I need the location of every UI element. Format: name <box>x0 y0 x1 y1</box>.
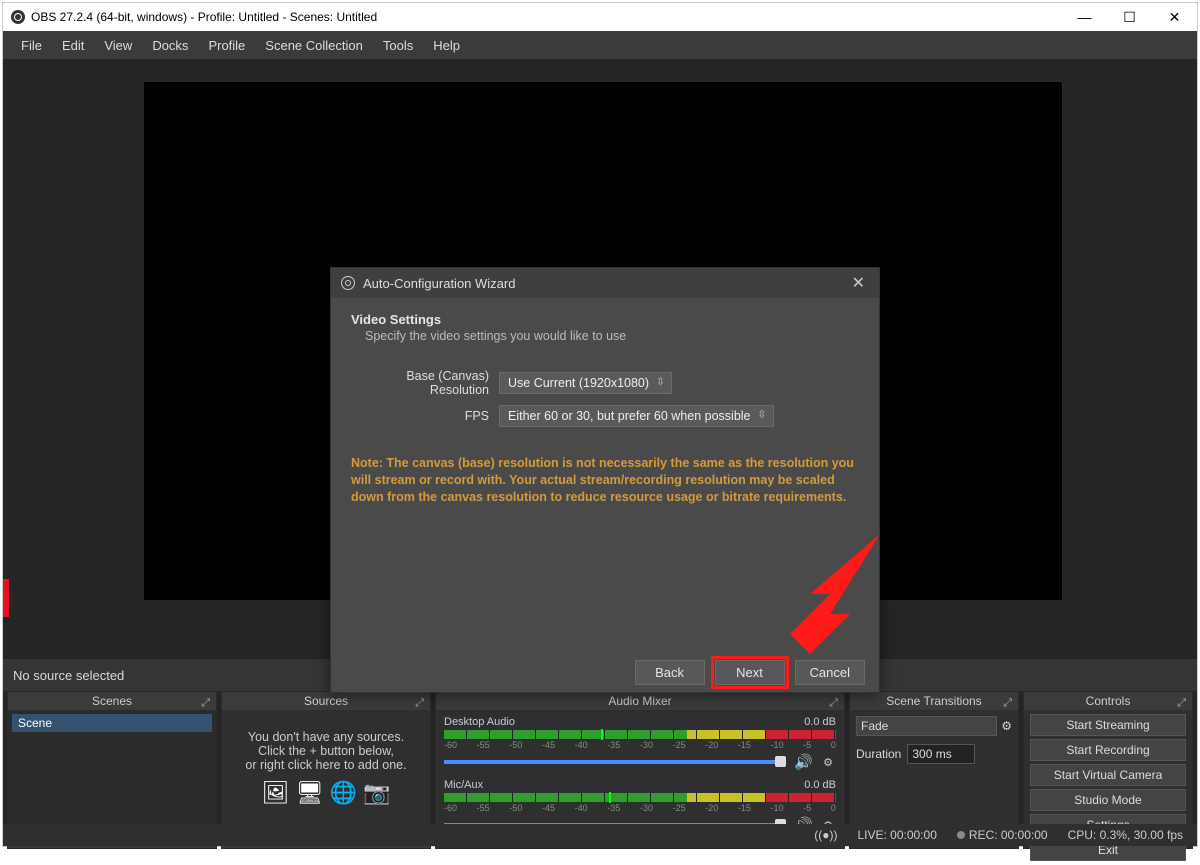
sources-title: Sources <box>304 694 348 708</box>
scene-item[interactable]: Scene <box>12 714 212 732</box>
status-rec: REC: 00:00:00 <box>969 828 1048 842</box>
fps-select[interactable]: Either 60 or 30, but prefer 60 when poss… <box>499 405 774 427</box>
volume-slider[interactable] <box>444 760 786 764</box>
wizard-footer: Back Next Cancel <box>331 652 879 692</box>
obs-icon <box>341 276 355 290</box>
track-db: 0.0 dB <box>804 779 836 791</box>
wizard-subheading: Specify the video settings you would lik… <box>351 329 859 343</box>
menu-scene-collection[interactable]: Scene Collection <box>255 34 373 57</box>
wizard-titlebar: Auto-Configuration Wizard ✕ <box>331 268 879 298</box>
controls-title: Controls <box>1086 694 1131 708</box>
menu-tools[interactable]: Tools <box>373 34 423 57</box>
sources-empty-state[interactable]: You don't have any sources. Click the + … <box>222 710 430 826</box>
track-name: Mic/Aux <box>444 779 483 791</box>
duration-label: Duration <box>856 747 901 761</box>
back-button[interactable]: Back <box>635 660 705 685</box>
meter-ticks: -60-55-50-45-40-35-30-25-20-15-10-50 <box>444 803 836 813</box>
app-window: OBS 27.2.4 (64-bit, windows) - Profile: … <box>2 2 1198 847</box>
menu-help[interactable]: Help <box>423 34 470 57</box>
sources-empty-line1: You don't have any sources. <box>248 730 404 744</box>
camera-source-icon: 📷 <box>363 780 390 806</box>
start-virtual-camera-button[interactable]: Start Virtual Camera <box>1030 764 1186 786</box>
menu-file[interactable]: File <box>11 34 52 57</box>
broadcast-icon: ((●)) <box>814 828 837 842</box>
popout-icon[interactable]: ⤢ <box>829 694 838 712</box>
maximize-button[interactable]: ☐ <box>1107 3 1152 31</box>
sources-empty-line2: Click the + button below, <box>258 744 394 758</box>
decorative-red-edge <box>3 579 9 617</box>
canvas-resolution-label: Base (Canvas) Resolution <box>351 369 499 397</box>
popout-icon[interactable]: ⤢ <box>201 694 210 712</box>
speaker-icon[interactable]: 🔊 <box>794 753 812 771</box>
mixer-header: Audio Mixer ⤢ <box>436 692 844 710</box>
no-source-selected-label: No source selected <box>13 668 124 683</box>
vu-meter <box>444 793 836 802</box>
menu-docks[interactable]: Docks <box>142 34 198 57</box>
duration-input[interactable]: 300 ms <box>907 744 975 764</box>
image-source-icon: 🖼 <box>262 780 290 806</box>
start-streaming-button[interactable]: Start Streaming <box>1030 714 1186 736</box>
popout-icon[interactable]: ⤢ <box>415 694 424 712</box>
status-live: LIVE: 00:00:00 <box>857 828 936 842</box>
next-button[interactable]: Next <box>715 660 785 685</box>
menu-profile[interactable]: Profile <box>198 34 255 57</box>
transitions-header: Scene Transitions ⤢ <box>850 692 1018 710</box>
obs-app-icon <box>11 10 25 24</box>
minimize-button[interactable]: — <box>1062 3 1107 31</box>
sources-empty-line3: or right click here to add one. <box>245 758 406 772</box>
mixer-title: Audio Mixer <box>608 694 671 708</box>
menu-edit[interactable]: Edit <box>52 34 94 57</box>
popout-icon[interactable]: ⤢ <box>1177 694 1186 712</box>
wizard-heading: Video Settings <box>351 312 859 327</box>
popout-icon[interactable]: ⤢ <box>1003 694 1012 712</box>
transition-settings-button[interactable]: ⚙ <box>1001 719 1012 733</box>
menu-view[interactable]: View <box>94 34 142 57</box>
window-title: OBS 27.2.4 (64-bit, windows) - Profile: … <box>31 10 1062 24</box>
controls-header: Controls ⤢ <box>1024 692 1192 710</box>
studio-mode-button[interactable]: Studio Mode <box>1030 789 1186 811</box>
scenes-header: Scenes ⤢ <box>8 692 216 710</box>
wizard-title: Auto-Configuration Wizard <box>363 276 515 291</box>
scenes-title: Scenes <box>92 694 132 708</box>
status-bar: ((●)) LIVE: 00:00:00 REC: 00:00:00 CPU: … <box>3 824 1197 846</box>
meter-ticks: -60-55-50-45-40-35-30-25-20-15-10-50 <box>444 740 836 750</box>
display-source-icon: 🖥 <box>296 780 324 806</box>
wizard-note: Note: The canvas (base) resolution is no… <box>351 455 859 506</box>
chevron-updown-icon: ⇳ <box>656 375 665 388</box>
close-button[interactable]: ✕ <box>1152 3 1197 31</box>
track-db: 0.0 dB <box>804 716 836 728</box>
auto-config-wizard-dialog: Auto-Configuration Wizard ✕ Video Settin… <box>330 267 880 693</box>
fps-label: FPS <box>351 409 499 423</box>
track-name: Desktop Audio <box>444 716 515 728</box>
record-dot-icon <box>957 831 965 839</box>
canvas-resolution-select[interactable]: Use Current (1920x1080)⇳ <box>499 372 672 394</box>
menu-bar: File Edit View Docks Profile Scene Colle… <box>3 31 1197 59</box>
cancel-button[interactable]: Cancel <box>795 660 865 685</box>
wizard-body: Video Settings Specify the video setting… <box>331 298 879 652</box>
track-settings-button[interactable]: ⚙ <box>820 756 836 769</box>
mixer-track-desktop: Desktop Audio 0.0 dB -60-55-50-45-40-35-… <box>444 716 836 771</box>
status-cpu: CPU: 0.3%, 30.00 fps <box>1068 828 1183 842</box>
app-body: No source selected ⚙ Properties Scenes ⤢… <box>3 59 1197 846</box>
chevron-updown-icon: ⇳ <box>757 408 766 421</box>
transition-select[interactable]: Fade <box>856 716 997 736</box>
scenes-list[interactable]: Scene <box>8 710 216 826</box>
wizard-close-button[interactable]: ✕ <box>848 273 869 293</box>
transitions-title: Scene Transitions <box>886 694 981 708</box>
vu-meter <box>444 730 836 739</box>
titlebar: OBS 27.2.4 (64-bit, windows) - Profile: … <box>3 3 1197 31</box>
sources-header: Sources ⤢ <box>222 692 430 710</box>
start-recording-button[interactable]: Start Recording <box>1030 739 1186 761</box>
globe-source-icon: 🌐 <box>330 780 357 806</box>
